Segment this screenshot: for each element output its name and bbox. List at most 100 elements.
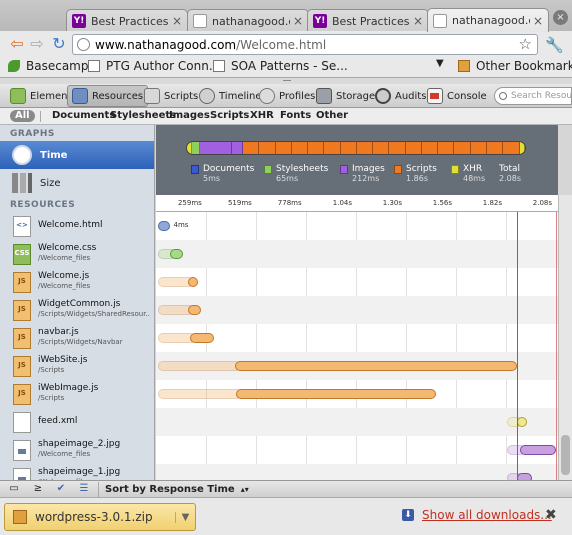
scrollbar-thumb[interactable] <box>561 435 570 475</box>
filter-all[interactable]: All <box>10 110 35 122</box>
summary-segment-js <box>275 142 292 154</box>
bookmark-star-icon[interactable]: ☆ <box>519 35 532 53</box>
graph-time[interactable]: Time <box>0 141 154 169</box>
address-bar[interactable]: www.nathanagood.com/Welcome.html ☆ <box>72 34 538 55</box>
other-bookmarks[interactable]: Other Bookmarks <box>458 59 572 73</box>
filter-stylesheets[interactable]: Stylesheets <box>110 110 176 121</box>
download-item[interactable]: wordpress-3.0.1.zip ▼ <box>4 503 196 531</box>
resource-item[interactable]: JS iWebImage.js/Scripts <box>0 380 154 408</box>
scripts-icon <box>144 88 160 104</box>
filter-scripts[interactable]: Scripts <box>210 110 249 121</box>
window-close-icon[interactable]: × <box>553 10 568 25</box>
browser-tab[interactable]: Y! Best Practices f... × <box>307 9 429 32</box>
tab-resources[interactable]: Resources <box>67 85 149 107</box>
filter-xhr[interactable]: XHR <box>250 110 274 121</box>
tab-console[interactable]: Console <box>423 85 491 107</box>
ruler-tick-label: 259ms <box>177 199 202 207</box>
summary-segment-js <box>438 142 455 154</box>
timeline-row[interactable] <box>156 268 558 296</box>
timeline-row[interactable] <box>156 380 558 408</box>
tab-storage[interactable]: Storage <box>312 85 379 107</box>
resource-item[interactable]: JS Welcome.js/Welcome_files <box>0 268 154 296</box>
ruler-tick-label: 1.82s <box>482 199 502 207</box>
filter-fonts[interactable]: Fonts <box>280 110 311 121</box>
select-arrows-icon: ▴▾ <box>240 485 249 494</box>
download-menu-chevron-icon[interactable]: ▼ <box>175 511 195 523</box>
timeline-row[interactable] <box>156 408 558 436</box>
resource-item[interactable]: shapeimage_2.jpg/Welcome_files <box>0 436 154 464</box>
close-shelf-icon[interactable]: ✖ <box>545 507 557 523</box>
summary-segment-js <box>356 142 374 154</box>
bookmark-ptg[interactable]: PTG Author Conn... <box>88 59 220 73</box>
tab-close-icon[interactable]: × <box>172 14 182 28</box>
resource-item[interactable]: JS WidgetCommon.js/Scripts/Widgets/Shared… <box>0 296 154 324</box>
summary-bar <box>186 141 526 155</box>
resource-item[interactable]: feed.xml <box>0 408 154 436</box>
timeline-rows: 4ms <box>156 212 558 480</box>
resource-filter-bar: All Documents Stylesheets Images Scripts… <box>0 108 572 125</box>
tab-audits[interactable]: Audits <box>371 85 430 107</box>
ruler-tick-label: 1.04s <box>332 199 352 207</box>
tab-profiles[interactable]: Profiles <box>255 85 319 107</box>
timeline-row[interactable] <box>156 296 558 324</box>
download-filename: wordpress-3.0.1.zip <box>35 510 153 524</box>
legend-value: 48ms <box>463 174 486 183</box>
summary-segment-js <box>470 142 487 154</box>
reload-icon[interactable]: ↻ <box>50 35 68 53</box>
forward-arrow-icon[interactable]: ⇨ <box>28 35 46 53</box>
show-all-downloads[interactable]: ⬇ Show all downloads... <box>402 508 552 522</box>
summary-segment-js <box>308 142 325 154</box>
graph-size[interactable]: Size <box>0 169 154 197</box>
tab-close-icon[interactable]: × <box>533 14 543 28</box>
browser-tab[interactable]: Y! Best Practices f... × <box>66 9 188 32</box>
back-arrow-icon[interactable]: ⇦ <box>8 35 26 53</box>
img-file-icon <box>13 440 31 461</box>
tab-close-icon[interactable]: × <box>413 14 423 28</box>
timeline-row[interactable] <box>156 324 558 352</box>
resource-name: feed.xml <box>38 416 78 426</box>
resource-item[interactable]: shapeimage_1.jpg/Welcome_files <box>0 464 154 480</box>
console-toggle-icon[interactable]: ≥ <box>32 483 44 495</box>
dock-icon[interactable]: ▭ <box>8 483 20 495</box>
resource-path: /Scripts/Widgets/Navbar <box>38 338 123 346</box>
legend-item: Scripts 1.86s <box>394 164 437 184</box>
browser-tab[interactable]: nathanagood.c... × <box>187 9 309 32</box>
tab-close-icon[interactable]: × <box>293 14 303 28</box>
legend-value: 5ms <box>203 174 221 183</box>
search-icon <box>499 92 507 100</box>
browser-tab-active[interactable]: nathanagood.c... × <box>427 8 549 32</box>
tab-label: Profiles <box>279 90 316 102</box>
ruler-tick-label: 2.08s <box>532 199 552 207</box>
bookmark-soa[interactable]: SOA Patterns - Se... <box>213 59 348 73</box>
resources-search-input[interactable]: Search Resources <box>494 87 572 105</box>
resource-item[interactable]: CSS Welcome.css/Welcome_files <box>0 240 154 268</box>
timeline-scrollbar[interactable] <box>558 195 572 480</box>
graph-label: Time <box>40 149 68 161</box>
devtools-resize-grip[interactable] <box>0 77 572 85</box>
devtools-status-bar: ▭ ≥ ✔ ☰ Sort by Response Time ▴▾ <box>0 480 572 497</box>
bookmark-overflow-chevron-icon[interactable]: ▼ <box>436 58 444 69</box>
tab-scripts[interactable]: Scripts <box>140 85 202 107</box>
resource-item[interactable]: <> Welcome.html <box>0 212 154 240</box>
timeline-row[interactable]: 4ms <box>156 212 558 240</box>
show-all-downloads-link[interactable]: Show all downloads... <box>422 508 552 522</box>
resource-item[interactable]: JS navbar.js/Scripts/Widgets/Navbar <box>0 324 154 352</box>
resource-path: /Scripts <box>38 394 65 402</box>
tab-title: Best Practices f... <box>91 14 169 28</box>
timeline-row[interactable] <box>156 352 558 380</box>
sort-select[interactable]: Sort by Response Time ▴▾ <box>98 482 255 497</box>
legend-item: Total 2.08s <box>499 164 521 184</box>
timeline-row[interactable] <box>156 240 558 268</box>
bookmark-basecamp[interactable]: Basecamp <box>8 59 88 73</box>
wrench-menu-icon[interactable]: 🔧 <box>545 36 564 54</box>
filter-documents[interactable]: Documents <box>52 110 115 121</box>
download-bar <box>234 361 517 371</box>
download-bar <box>169 249 183 259</box>
filter-images[interactable]: Images <box>169 110 210 121</box>
checkmark-icon[interactable]: ✔ <box>55 483 67 495</box>
timeline-row[interactable] <box>156 464 558 480</box>
filter-other[interactable]: Other <box>316 110 348 121</box>
list-icon[interactable]: ☰ <box>78 483 90 495</box>
resource-item[interactable]: JS iWebSite.js/Scripts <box>0 352 154 380</box>
timeline-row[interactable] <box>156 436 558 464</box>
